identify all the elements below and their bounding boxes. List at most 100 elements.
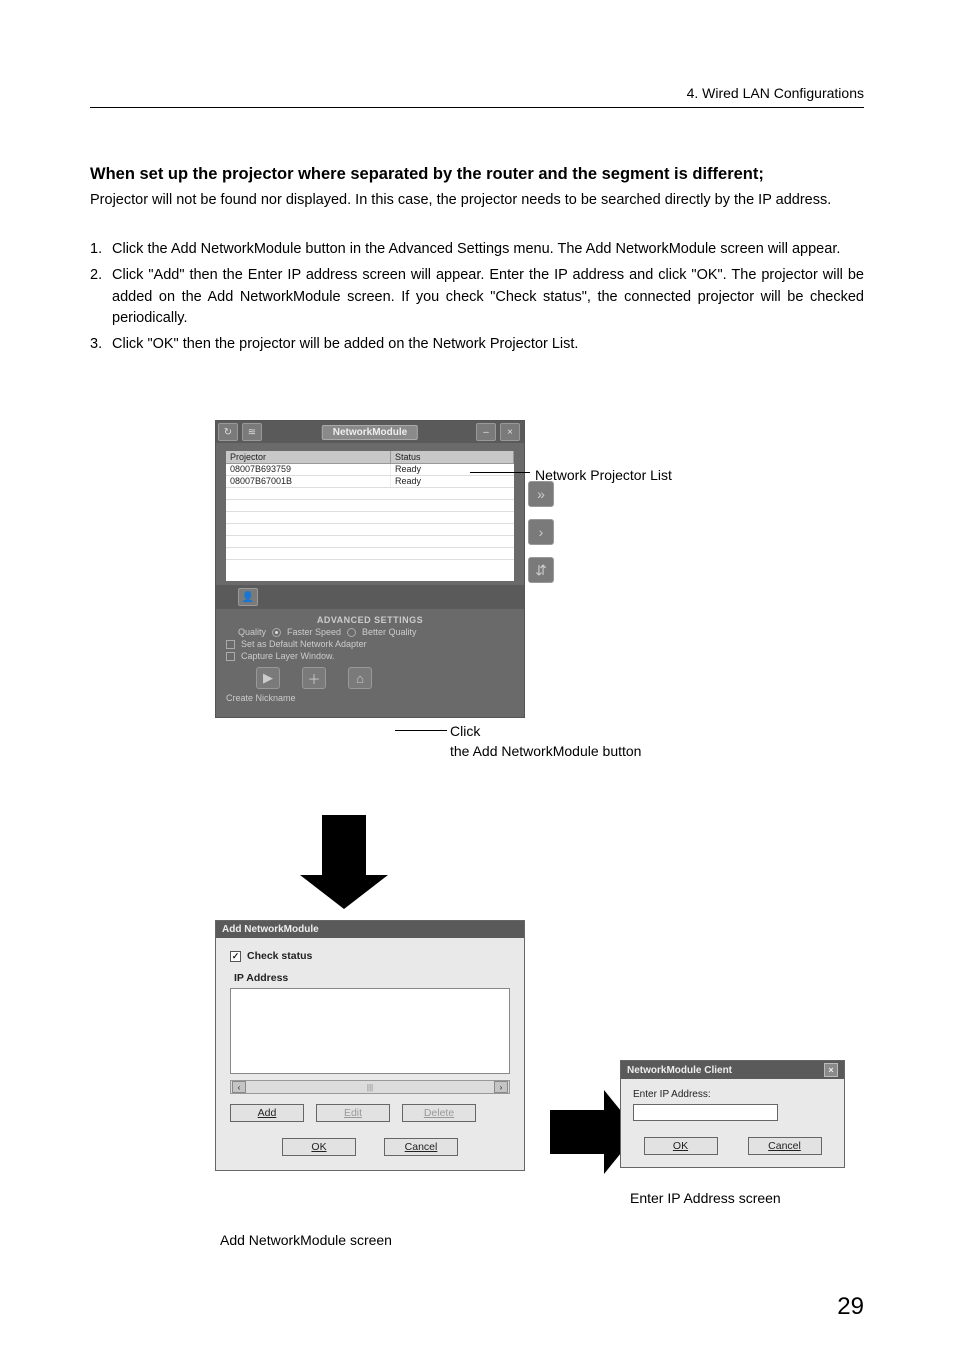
step-text: Click "OK" then the projector will be ad… xyxy=(112,334,864,356)
minimize-icon[interactable]: – xyxy=(476,423,496,441)
step-item: 2. Click "Add" then the Enter IP address… xyxy=(90,265,864,330)
chapter-title: 4. Wired LAN Configurations xyxy=(687,85,864,101)
ip-window-caption: Enter IP Address screen xyxy=(630,1190,781,1206)
callout-click: Click xyxy=(450,723,480,739)
default-adapter-row: Set as Default Network Adapter xyxy=(226,639,514,649)
add-nm-title: Add NetworkModule xyxy=(216,921,524,938)
table-row xyxy=(226,500,514,512)
push-all-icon[interactable]: » xyxy=(528,481,554,507)
ip-buttons-row: OK Cancel xyxy=(633,1137,832,1155)
body-content: When set up the projector where separate… xyxy=(90,165,864,360)
chapter-header: 4. Wired LAN Configurations xyxy=(90,85,864,108)
scroll-right-icon[interactable]: › xyxy=(494,1081,508,1093)
step-item: 1. Click the Add NetworkModule button in… xyxy=(90,239,864,261)
cancel-button[interactable]: Cancel xyxy=(384,1138,458,1156)
check-status-label: Check status xyxy=(247,950,312,962)
add-nm-caption: Add NetworkModule screen xyxy=(220,1232,392,1248)
step-list: 1. Click the Add NetworkModule button in… xyxy=(90,239,864,356)
cell-projector: 08007B67001B xyxy=(226,476,391,487)
window-title: NetworkModule xyxy=(322,425,418,440)
table-row[interactable]: 08007B67001B Ready xyxy=(226,476,514,488)
table-row[interactable]: 08007B693759 Ready xyxy=(226,464,514,476)
page-number: 29 xyxy=(837,1293,864,1321)
step-number: 2. xyxy=(90,265,112,330)
quality-row: Quality Faster Speed Better Quality xyxy=(226,627,514,637)
add-button[interactable]: Add xyxy=(230,1104,304,1122)
ip-title-text: NetworkModule Client xyxy=(627,1065,732,1076)
scroll-left-icon[interactable]: ‹ xyxy=(232,1081,246,1093)
cell-projector: 08007B693759 xyxy=(226,464,391,475)
ip-window-title: NetworkModule Client × xyxy=(621,1061,844,1079)
callout-add-button: Click the Add NetworkModule button xyxy=(450,722,641,761)
close-icon[interactable]: × xyxy=(824,1063,838,1077)
check-status-checkbox[interactable]: ✓ xyxy=(230,951,241,962)
callout-line xyxy=(470,472,530,473)
default-adapter-label: Set as Default Network Adapter xyxy=(241,639,367,649)
col-status: Status xyxy=(391,451,514,463)
table-row xyxy=(226,548,514,560)
cell-status: Ready xyxy=(391,476,514,487)
cell-status: Ready xyxy=(391,464,514,475)
table-row xyxy=(226,512,514,524)
table-row xyxy=(226,536,514,548)
capture-layer-label: Capture Layer Window. xyxy=(241,651,335,661)
callout-line xyxy=(395,730,447,731)
table-row xyxy=(226,524,514,536)
col-projector: Projector xyxy=(226,451,391,463)
push-one-icon[interactable]: › xyxy=(528,519,554,545)
callout-add-nm: the Add NetworkModule button xyxy=(450,743,641,759)
better-quality-radio[interactable] xyxy=(347,628,356,637)
ip-address-list[interactable] xyxy=(230,988,510,1074)
close-icon[interactable]: × xyxy=(500,423,520,441)
capture-layer-checkbox[interactable] xyxy=(226,652,235,661)
step-text: Click the Add NetworkModule button in th… xyxy=(112,239,864,261)
projector-list-table: Projector Status 08007B693759 Ready 0800… xyxy=(226,451,514,581)
better-quality-label: Better Quality xyxy=(362,627,417,637)
table-row xyxy=(226,488,514,500)
side-buttons: » › ⇵ xyxy=(528,481,554,583)
add-networkmodule-icon[interactable]: ＋ xyxy=(302,667,326,689)
section-intro: Projector will not be found nor displaye… xyxy=(90,190,864,211)
create-nickname-label: Create Nickname xyxy=(226,693,514,703)
step-text: Click "Add" then the Enter IP address sc… xyxy=(112,265,864,330)
default-adapter-checkbox[interactable] xyxy=(226,640,235,649)
check-status-row: ✓ Check status xyxy=(230,950,510,962)
faster-speed-radio[interactable] xyxy=(272,628,281,637)
confirm-buttons-row: OK Cancel xyxy=(230,1138,510,1156)
step-number: 1. xyxy=(90,239,112,261)
enter-ip-window: NetworkModule Client × Enter IP Address:… xyxy=(620,1060,845,1168)
delete-button[interactable]: Delete xyxy=(402,1104,476,1122)
faster-speed-label: Faster Speed xyxy=(287,627,341,637)
refresh-icon[interactable]: ↻ xyxy=(218,423,238,441)
step-number: 3. xyxy=(90,334,112,356)
figures-area: ↻ ≋ NetworkModule – × Projector Status 0… xyxy=(90,420,864,1315)
table-header: Projector Status xyxy=(226,451,514,464)
sliders-icon[interactable]: ⇵ xyxy=(528,557,554,583)
quality-label: Quality xyxy=(226,627,266,637)
bottom-toolbar: 👤 xyxy=(216,585,524,609)
add-networkmodule-window: Add NetworkModule ✓ Check status IP Addr… xyxy=(215,920,525,1171)
ok-button[interactable]: OK xyxy=(282,1138,356,1156)
ip-address-label: IP Address xyxy=(230,972,510,984)
ip-ok-button[interactable]: OK xyxy=(644,1137,718,1155)
callout-projector-list: Network Projector List xyxy=(535,467,672,483)
wifi-icon[interactable]: ≋ xyxy=(242,423,262,441)
arrow-down-icon xyxy=(322,815,388,909)
horizontal-scrollbar[interactable]: ‹ ||| › xyxy=(230,1080,510,1094)
edit-button[interactable]: Edit xyxy=(316,1104,390,1122)
enter-ip-label: Enter IP Address: xyxy=(633,1089,832,1100)
user-icon[interactable]: 👤 xyxy=(238,588,258,606)
ip-cancel-button[interactable]: Cancel xyxy=(748,1137,822,1155)
advanced-settings-panel: ADVANCED SETTINGS Quality Faster Speed B… xyxy=(216,609,524,717)
advanced-icon-row: ▶ ＋ ⌂ xyxy=(256,667,514,689)
step-item: 3. Click "OK" then the projector will be… xyxy=(90,334,864,356)
ip-address-input[interactable] xyxy=(633,1104,778,1121)
edit-buttons-row: Add Edit Delete xyxy=(230,1104,510,1122)
section-heading: When set up the projector where separate… xyxy=(90,165,864,184)
titlebar: ↻ ≋ NetworkModule – × xyxy=(216,421,524,443)
capture-layer-row: Capture Layer Window. xyxy=(226,651,514,661)
play-icon[interactable]: ▶ xyxy=(256,667,280,689)
tool-icon[interactable]: ⌂ xyxy=(348,667,372,689)
advanced-title: ADVANCED SETTINGS xyxy=(226,615,514,625)
networkmodule-window: ↻ ≋ NetworkModule – × Projector Status 0… xyxy=(215,420,525,718)
